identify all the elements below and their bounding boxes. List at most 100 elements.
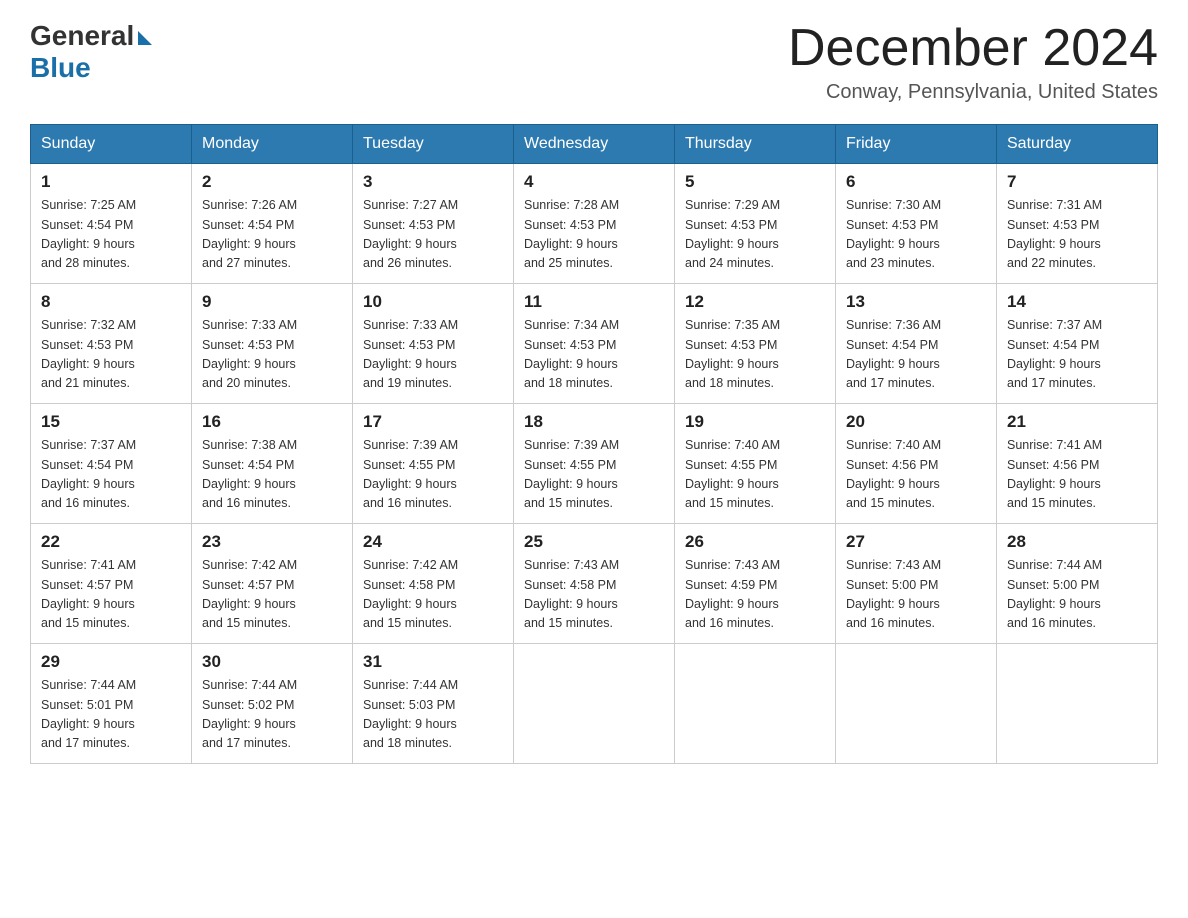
column-header-thursday: Thursday <box>675 125 836 164</box>
day-info: Sunrise: 7:29 AM Sunset: 4:53 PM Dayligh… <box>685 196 825 274</box>
day-info: Sunrise: 7:43 AM Sunset: 5:00 PM Dayligh… <box>846 556 986 634</box>
calendar-cell: 12 Sunrise: 7:35 AM Sunset: 4:53 PM Dayl… <box>675 284 836 404</box>
calendar-week-row: 8 Sunrise: 7:32 AM Sunset: 4:53 PM Dayli… <box>31 284 1158 404</box>
day-info: Sunrise: 7:27 AM Sunset: 4:53 PM Dayligh… <box>363 196 503 274</box>
day-number: 24 <box>363 532 503 552</box>
calendar-cell: 6 Sunrise: 7:30 AM Sunset: 4:53 PM Dayli… <box>836 164 997 284</box>
day-info: Sunrise: 7:44 AM Sunset: 5:01 PM Dayligh… <box>41 676 181 754</box>
day-number: 12 <box>685 292 825 312</box>
calendar-week-row: 22 Sunrise: 7:41 AM Sunset: 4:57 PM Dayl… <box>31 524 1158 644</box>
calendar-cell: 30 Sunrise: 7:44 AM Sunset: 5:02 PM Dayl… <box>192 644 353 764</box>
day-number: 26 <box>685 532 825 552</box>
column-header-wednesday: Wednesday <box>514 125 675 164</box>
day-info: Sunrise: 7:25 AM Sunset: 4:54 PM Dayligh… <box>41 196 181 274</box>
calendar-cell: 14 Sunrise: 7:37 AM Sunset: 4:54 PM Dayl… <box>997 284 1158 404</box>
day-number: 19 <box>685 412 825 432</box>
day-info: Sunrise: 7:35 AM Sunset: 4:53 PM Dayligh… <box>685 316 825 394</box>
calendar-cell: 29 Sunrise: 7:44 AM Sunset: 5:01 PM Dayl… <box>31 644 192 764</box>
calendar-cell: 4 Sunrise: 7:28 AM Sunset: 4:53 PM Dayli… <box>514 164 675 284</box>
calendar-week-row: 29 Sunrise: 7:44 AM Sunset: 5:01 PM Dayl… <box>31 644 1158 764</box>
day-number: 11 <box>524 292 664 312</box>
column-header-monday: Monday <box>192 125 353 164</box>
calendar-cell: 21 Sunrise: 7:41 AM Sunset: 4:56 PM Dayl… <box>997 404 1158 524</box>
calendar-cell: 5 Sunrise: 7:29 AM Sunset: 4:53 PM Dayli… <box>675 164 836 284</box>
calendar-cell: 7 Sunrise: 7:31 AM Sunset: 4:53 PM Dayli… <box>997 164 1158 284</box>
logo-general-text: General <box>30 20 134 52</box>
page-header: General Blue December 2024 Conway, Penns… <box>30 20 1158 104</box>
calendar-cell: 8 Sunrise: 7:32 AM Sunset: 4:53 PM Dayli… <box>31 284 192 404</box>
day-number: 4 <box>524 172 664 192</box>
day-info: Sunrise: 7:42 AM Sunset: 4:57 PM Dayligh… <box>202 556 342 634</box>
day-info: Sunrise: 7:28 AM Sunset: 4:53 PM Dayligh… <box>524 196 664 274</box>
calendar-week-row: 15 Sunrise: 7:37 AM Sunset: 4:54 PM Dayl… <box>31 404 1158 524</box>
day-number: 18 <box>524 412 664 432</box>
calendar-cell: 26 Sunrise: 7:43 AM Sunset: 4:59 PM Dayl… <box>675 524 836 644</box>
day-number: 15 <box>41 412 181 432</box>
day-info: Sunrise: 7:32 AM Sunset: 4:53 PM Dayligh… <box>41 316 181 394</box>
calendar-cell: 24 Sunrise: 7:42 AM Sunset: 4:58 PM Dayl… <box>353 524 514 644</box>
day-number: 25 <box>524 532 664 552</box>
day-number: 20 <box>846 412 986 432</box>
day-info: Sunrise: 7:30 AM Sunset: 4:53 PM Dayligh… <box>846 196 986 274</box>
calendar-cell: 1 Sunrise: 7:25 AM Sunset: 4:54 PM Dayli… <box>31 164 192 284</box>
day-number: 8 <box>41 292 181 312</box>
day-info: Sunrise: 7:43 AM Sunset: 4:59 PM Dayligh… <box>685 556 825 634</box>
day-number: 13 <box>846 292 986 312</box>
calendar-cell: 23 Sunrise: 7:42 AM Sunset: 4:57 PM Dayl… <box>192 524 353 644</box>
day-info: Sunrise: 7:33 AM Sunset: 4:53 PM Dayligh… <box>202 316 342 394</box>
calendar-cell: 2 Sunrise: 7:26 AM Sunset: 4:54 PM Dayli… <box>192 164 353 284</box>
day-info: Sunrise: 7:44 AM Sunset: 5:03 PM Dayligh… <box>363 676 503 754</box>
calendar-cell: 9 Sunrise: 7:33 AM Sunset: 4:53 PM Dayli… <box>192 284 353 404</box>
day-info: Sunrise: 7:37 AM Sunset: 4:54 PM Dayligh… <box>41 436 181 514</box>
calendar-cell: 27 Sunrise: 7:43 AM Sunset: 5:00 PM Dayl… <box>836 524 997 644</box>
calendar-cell: 20 Sunrise: 7:40 AM Sunset: 4:56 PM Dayl… <box>836 404 997 524</box>
day-number: 28 <box>1007 532 1147 552</box>
day-number: 1 <box>41 172 181 192</box>
calendar-cell <box>836 644 997 764</box>
column-header-tuesday: Tuesday <box>353 125 514 164</box>
day-number: 5 <box>685 172 825 192</box>
day-info: Sunrise: 7:39 AM Sunset: 4:55 PM Dayligh… <box>363 436 503 514</box>
month-title: December 2024 <box>788 20 1158 77</box>
day-info: Sunrise: 7:41 AM Sunset: 4:57 PM Dayligh… <box>41 556 181 634</box>
day-number: 23 <box>202 532 342 552</box>
day-info: Sunrise: 7:26 AM Sunset: 4:54 PM Dayligh… <box>202 196 342 274</box>
calendar-cell: 10 Sunrise: 7:33 AM Sunset: 4:53 PM Dayl… <box>353 284 514 404</box>
calendar-cell: 28 Sunrise: 7:44 AM Sunset: 5:00 PM Dayl… <box>997 524 1158 644</box>
day-info: Sunrise: 7:41 AM Sunset: 4:56 PM Dayligh… <box>1007 436 1147 514</box>
calendar-cell: 16 Sunrise: 7:38 AM Sunset: 4:54 PM Dayl… <box>192 404 353 524</box>
logo-blue-text: Blue <box>30 52 91 84</box>
day-info: Sunrise: 7:31 AM Sunset: 4:53 PM Dayligh… <box>1007 196 1147 274</box>
day-info: Sunrise: 7:44 AM Sunset: 5:02 PM Dayligh… <box>202 676 342 754</box>
column-header-saturday: Saturday <box>997 125 1158 164</box>
day-number: 14 <box>1007 292 1147 312</box>
day-number: 16 <box>202 412 342 432</box>
calendar-cell: 17 Sunrise: 7:39 AM Sunset: 4:55 PM Dayl… <box>353 404 514 524</box>
day-info: Sunrise: 7:44 AM Sunset: 5:00 PM Dayligh… <box>1007 556 1147 634</box>
column-header-friday: Friday <box>836 125 997 164</box>
day-info: Sunrise: 7:34 AM Sunset: 4:53 PM Dayligh… <box>524 316 664 394</box>
day-number: 3 <box>363 172 503 192</box>
day-number: 31 <box>363 652 503 672</box>
location-subtitle: Conway, Pennsylvania, United States <box>788 81 1158 104</box>
day-number: 27 <box>846 532 986 552</box>
day-number: 17 <box>363 412 503 432</box>
day-info: Sunrise: 7:33 AM Sunset: 4:53 PM Dayligh… <box>363 316 503 394</box>
day-number: 7 <box>1007 172 1147 192</box>
day-number: 10 <box>363 292 503 312</box>
calendar-header-row: SundayMondayTuesdayWednesdayThursdayFrid… <box>31 125 1158 164</box>
calendar-cell: 19 Sunrise: 7:40 AM Sunset: 4:55 PM Dayl… <box>675 404 836 524</box>
day-info: Sunrise: 7:38 AM Sunset: 4:54 PM Dayligh… <box>202 436 342 514</box>
day-number: 21 <box>1007 412 1147 432</box>
column-header-sunday: Sunday <box>31 125 192 164</box>
calendar-cell <box>997 644 1158 764</box>
day-number: 2 <box>202 172 342 192</box>
calendar-cell: 22 Sunrise: 7:41 AM Sunset: 4:57 PM Dayl… <box>31 524 192 644</box>
day-info: Sunrise: 7:36 AM Sunset: 4:54 PM Dayligh… <box>846 316 986 394</box>
day-info: Sunrise: 7:39 AM Sunset: 4:55 PM Dayligh… <box>524 436 664 514</box>
calendar-cell: 25 Sunrise: 7:43 AM Sunset: 4:58 PM Dayl… <box>514 524 675 644</box>
day-info: Sunrise: 7:40 AM Sunset: 4:55 PM Dayligh… <box>685 436 825 514</box>
day-number: 9 <box>202 292 342 312</box>
day-info: Sunrise: 7:37 AM Sunset: 4:54 PM Dayligh… <box>1007 316 1147 394</box>
day-info: Sunrise: 7:43 AM Sunset: 4:58 PM Dayligh… <box>524 556 664 634</box>
